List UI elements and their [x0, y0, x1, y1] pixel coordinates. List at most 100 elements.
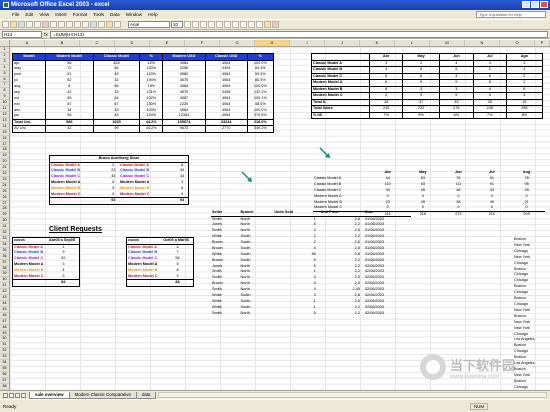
- table-cell[interactable]: Smith: [211, 311, 240, 317]
- prev-sheet-icon[interactable]: [9, 392, 14, 398]
- currency-icon[interactable]: [240, 21, 247, 28]
- table-cell[interactable]: 6%: [402, 111, 440, 119]
- model-label[interactable]: Classic Model B: [127, 250, 163, 256]
- percent-icon[interactable]: [248, 21, 255, 28]
- save-icon[interactable]: [18, 21, 25, 28]
- preview-icon[interactable]: [34, 21, 41, 28]
- col-header[interactable]: J: [325, 40, 360, 46]
- print-icon[interactable]: [26, 21, 33, 28]
- col-header[interactable]: P: [535, 40, 550, 46]
- tab-data[interactable]: data: [135, 391, 157, 399]
- col-header[interactable]: N: [465, 40, 500, 46]
- model-label[interactable]: Classic Model A: [13, 244, 48, 250]
- tab-modern-classic-comparative[interactable]: Modern Classic Comparative: [68, 391, 137, 399]
- table-cell[interactable]: 9673: [162, 125, 206, 133]
- table-cell[interactable]: 349.2%: [246, 125, 275, 133]
- next-sheet-icon[interactable]: [15, 392, 20, 398]
- close-button[interactable]: [540, 1, 548, 8]
- menu-insert[interactable]: Insert: [55, 12, 67, 17]
- col-header[interactable]: B: [45, 40, 80, 46]
- col-header[interactable]: D: [115, 40, 150, 46]
- name-box[interactable]: H14: [2, 30, 42, 38]
- fx-icon[interactable]: fx: [42, 32, 50, 37]
- table-cell[interactable]: 210: [475, 210, 509, 218]
- align-left-icon[interactable]: [208, 21, 215, 28]
- col-header[interactable]: I: [290, 40, 325, 46]
- col-header[interactable]: F: [185, 40, 220, 46]
- tab-sale-overview[interactable]: sale overview: [29, 391, 70, 399]
- table-cell[interactable]: 42: [45, 125, 94, 133]
- paste-icon[interactable]: [66, 21, 73, 28]
- menu-tools[interactable]: Tools: [93, 12, 104, 17]
- undo-icon[interactable]: [74, 21, 81, 28]
- table-cell[interactable]: 273: [441, 210, 476, 218]
- help-search-input[interactable]: Type a question for help: [476, 11, 546, 18]
- row-header[interactable]: 58: [0, 384, 9, 390]
- model-label[interactable]: Modern Model C: [13, 274, 48, 280]
- table-cell[interactable]: 5: [273, 311, 319, 317]
- formula-input[interactable]: =SUM(H4:H13): [50, 30, 548, 38]
- font-select[interactable]: Arial: [128, 21, 170, 28]
- menu-window[interactable]: Window: [126, 12, 142, 17]
- menu-data[interactable]: Data: [110, 12, 120, 17]
- table-cell[interactable]: 99: [92, 125, 141, 133]
- select-all-corner[interactable]: [0, 40, 10, 46]
- table-cell[interactable]: 2770: [204, 125, 248, 133]
- merge-icon[interactable]: [232, 21, 239, 28]
- open-icon[interactable]: [10, 21, 17, 28]
- copy-icon[interactable]: [58, 21, 65, 28]
- table-cell[interactable]: 7%: [472, 111, 507, 119]
- col-header[interactable]: O: [500, 40, 535, 46]
- menu-view[interactable]: View: [39, 12, 49, 17]
- table-cell[interactable]: North: [240, 311, 274, 317]
- last-sheet-icon[interactable]: [21, 392, 26, 398]
- borders-icon[interactable]: [256, 21, 263, 28]
- minimize-button[interactable]: [522, 1, 530, 8]
- menu-format[interactable]: Format: [73, 12, 88, 17]
- table-cell[interactable]: 8%: [505, 111, 544, 119]
- maximize-button[interactable]: [531, 1, 539, 8]
- menu-edit[interactable]: Edit: [25, 12, 33, 17]
- table-cell[interactable]: 02/06/2003: [364, 311, 411, 317]
- table-cell[interactable]: 7%: [368, 111, 404, 119]
- menu-help[interactable]: Help: [148, 12, 157, 17]
- cut-icon[interactable]: [50, 21, 57, 28]
- col-header[interactable]: C: [80, 40, 115, 46]
- col-header[interactable]: H: [255, 40, 290, 46]
- col-header[interactable]: M: [430, 40, 465, 46]
- sort-icon[interactable]: [98, 21, 105, 28]
- model-label[interactable]: Modern Model C: [127, 274, 163, 280]
- model-label[interactable]: Classic Model B: [13, 250, 48, 256]
- col-header[interactable]: A: [10, 40, 45, 46]
- first-sheet-icon[interactable]: [3, 392, 8, 398]
- model-label[interactable]: Modern Model A: [13, 262, 48, 268]
- model-label[interactable]: Classic Model A: [127, 244, 163, 250]
- col-header[interactable]: E: [150, 40, 185, 46]
- table-cell[interactable]: 2,2: [320, 311, 364, 317]
- font-color-icon[interactable]: [272, 21, 279, 28]
- redo-icon[interactable]: [82, 21, 89, 28]
- table-cell[interactable]: 209: [508, 210, 545, 218]
- model-label[interactable]: Modern Model B: [127, 268, 163, 274]
- align-center-icon[interactable]: [216, 21, 223, 28]
- menu-file[interactable]: File: [12, 12, 19, 17]
- fill-color-icon[interactable]: [264, 21, 271, 28]
- spelling-icon[interactable]: [42, 21, 49, 28]
- bold-icon[interactable]: [184, 21, 191, 28]
- model-label[interactable]: Classic Model C: [13, 256, 48, 262]
- italic-icon[interactable]: [192, 21, 199, 28]
- col-header[interactable]: L: [395, 40, 430, 46]
- zoom-icon[interactable]: [114, 21, 121, 28]
- model-label[interactable]: Classic Model C: [127, 256, 163, 262]
- underline-icon[interactable]: [200, 21, 207, 28]
- table-cell[interactable]: 44.2%: [139, 125, 164, 133]
- model-label[interactable]: Modern Model A: [127, 262, 163, 268]
- table-cell[interactable]: % IIS: [311, 111, 370, 119]
- table-cell[interactable]: 6%: [438, 111, 474, 119]
- horizontal-scrollbar[interactable]: [158, 392, 547, 398]
- align-right-icon[interactable]: [224, 21, 231, 28]
- chart-wizard-icon[interactable]: [106, 21, 113, 28]
- model-label[interactable]: Modern Model B: [13, 268, 48, 274]
- col-header[interactable]: G: [220, 40, 255, 46]
- new-icon[interactable]: [2, 21, 9, 28]
